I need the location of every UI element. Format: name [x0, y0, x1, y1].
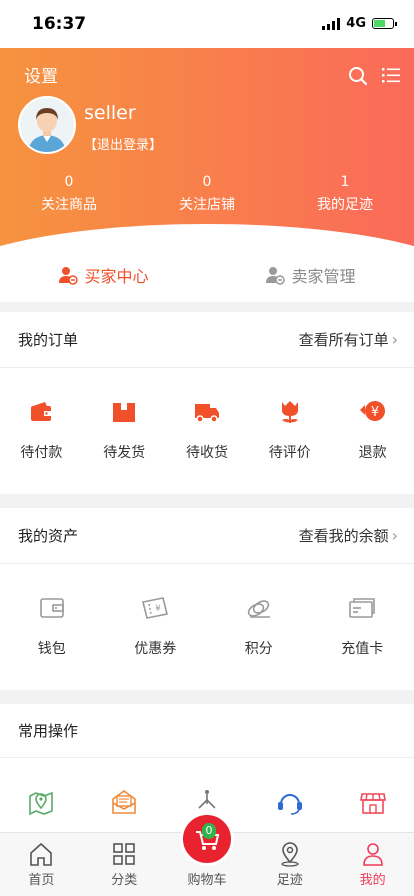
battery-icon — [372, 18, 397, 29]
order-label: 待收货 — [185, 445, 228, 461]
common-address[interactable] — [0, 788, 83, 816]
stat-followed-products[interactable]: 0 关注商品 — [0, 174, 138, 214]
tab-label: 买家中心 — [84, 267, 149, 286]
coupon-icon: ¥ — [142, 597, 169, 619]
assets-title: 我的资产 — [18, 527, 79, 545]
mail-icon — [112, 790, 136, 814]
tab-seller-management[interactable]: 卖家管理 — [207, 248, 414, 302]
clock: 16:37 — [32, 14, 87, 34]
view-all-orders-link[interactable]: 查看所有订单 › — [299, 329, 398, 350]
order-label: 待发货 — [103, 445, 146, 461]
order-label: 待评价 — [268, 445, 311, 461]
tab-label: 分类 — [111, 873, 138, 888]
order-pending-shipment[interactable]: 待发货 — [83, 398, 166, 462]
tab-label: 购物车 — [187, 873, 227, 888]
asset-points[interactable]: 积分 — [207, 594, 311, 658]
asset-recharge-card[interactable]: 充值卡 — [311, 594, 414, 658]
link-label: 查看所有订单 — [298, 331, 389, 349]
signal-icon — [322, 17, 341, 30]
settings-link[interactable]: 设置 — [24, 62, 58, 87]
network-label: 4G — [346, 16, 366, 31]
map-pin-icon — [29, 791, 54, 816]
package-icon — [113, 403, 136, 422]
role-tabs: 买家中心 卖家管理 — [0, 248, 414, 302]
svg-text:¥: ¥ — [370, 405, 378, 420]
asset-wallet[interactable]: 钱包 — [0, 594, 104, 658]
tab-home[interactable]: 首页 — [0, 833, 83, 896]
assets-card: 我的资产 查看我的余额 › 钱包 ¥ 优惠券 积分 充值卡 — [0, 508, 414, 690]
stat-value: 1 — [340, 174, 350, 190]
search-icon[interactable] — [348, 66, 368, 86]
cart-fab-button[interactable]: 0 — [180, 812, 234, 866]
headset-icon — [277, 794, 302, 815]
store-icon — [359, 793, 386, 814]
order-label: 待付款 — [20, 445, 63, 461]
asset-coupon[interactable]: ¥ 优惠券 — [104, 594, 208, 658]
status-bar: 16:37 4G — [0, 0, 414, 48]
cart-count-badge: 0 — [202, 823, 216, 839]
view-balance-link[interactable]: 查看我的余额 › — [299, 525, 398, 546]
order-pending-receipt[interactable]: 待收货 — [166, 398, 249, 462]
buyer-user-icon — [59, 267, 79, 285]
coins-icon — [247, 600, 270, 618]
asset-label: 积分 — [244, 641, 273, 657]
location-icon — [281, 842, 299, 867]
asset-label: 优惠券 — [134, 641, 177, 657]
stat-followed-shops[interactable]: 0 关注店铺 — [138, 174, 276, 214]
avatar-icon — [20, 98, 74, 152]
chevron-right-icon: › — [391, 330, 398, 349]
orders-title: 我的订单 — [18, 331, 79, 349]
order-label: 退款 — [358, 445, 387, 461]
chevron-right-icon: › — [391, 526, 398, 545]
tab-label: 卖家管理 — [291, 267, 356, 286]
stat-value: 0 — [202, 174, 212, 190]
tab-category[interactable]: 分类 — [83, 833, 166, 896]
logout-link[interactable]: 【退出登录】 — [84, 134, 162, 153]
stat-label: 关注店铺 — [179, 197, 235, 213]
seller-user-icon — [266, 267, 286, 285]
grid-icon — [113, 843, 135, 865]
svg-text:¥: ¥ — [155, 604, 161, 614]
asset-label: 钱包 — [37, 641, 66, 657]
tab-label: 足迹 — [276, 873, 303, 888]
tab-label: 我的 — [359, 873, 386, 888]
asset-label: 充值卡 — [341, 641, 384, 657]
menu-list-icon[interactable] — [382, 66, 400, 84]
tab-label: 首页 — [28, 873, 55, 888]
orders-card: 我的订单 查看所有订单 › 待付款 待发货 待收货 待评价 ¥ 退款 — [0, 312, 414, 494]
link-label: 查看我的余额 — [298, 527, 389, 545]
order-refund[interactable]: ¥ 退款 — [331, 398, 414, 462]
order-pending-payment[interactable]: 待付款 — [0, 398, 83, 462]
wallet-outline-icon — [39, 598, 64, 618]
home-icon — [30, 842, 53, 866]
card-icon — [349, 598, 376, 618]
tab-footprint[interactable]: 足迹 — [248, 833, 331, 896]
avatar[interactable] — [18, 96, 76, 154]
common-messages[interactable] — [83, 788, 166, 816]
tab-buyer-center[interactable]: 买家中心 — [0, 248, 207, 302]
username: seller — [84, 102, 136, 124]
common-title: 常用操作 — [18, 722, 79, 740]
refund-icon: ¥ — [359, 401, 385, 421]
stat-label: 我的足迹 — [317, 197, 373, 213]
tab-mine[interactable]: 我的 — [331, 833, 414, 896]
wallet-icon — [31, 402, 52, 421]
stat-value: 0 — [64, 174, 74, 190]
stat-label: 关注商品 — [41, 197, 97, 213]
order-pending-review[interactable]: 待评价 — [248, 398, 331, 462]
truck-icon — [194, 404, 219, 423]
profile-header: 设置 seller 【退出登录】 0 关注商品 0 关注店铺 1 我的足迹 — [0, 48, 414, 248]
flower-icon — [281, 401, 298, 423]
common-customer-service[interactable] — [248, 788, 331, 816]
user-icon — [362, 843, 383, 866]
stat-footprints[interactable]: 1 我的足迹 — [276, 174, 414, 214]
common-store[interactable] — [331, 788, 414, 816]
